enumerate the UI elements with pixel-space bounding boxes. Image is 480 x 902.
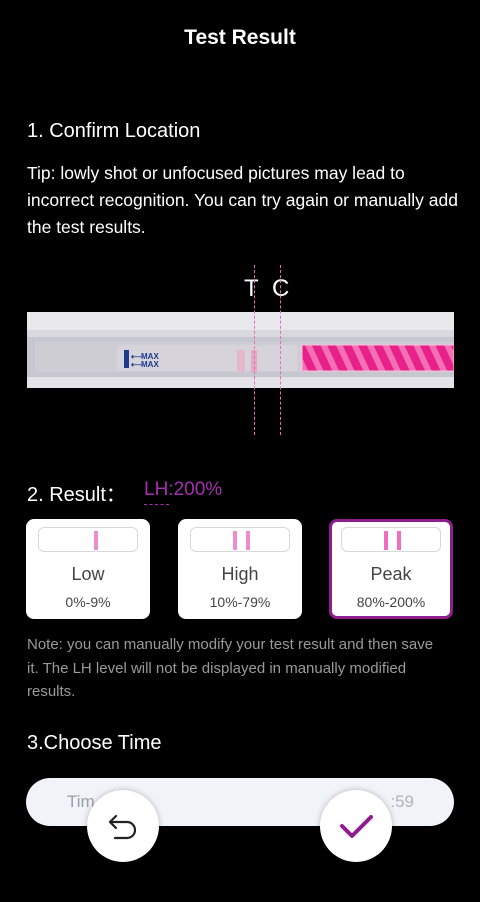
lh-value-underline — [144, 504, 169, 505]
result-heading: 2. Result： — [27, 484, 126, 506]
svg-text:MAX: MAX — [141, 360, 159, 369]
t-line-label: T — [244, 275, 259, 302]
time-field-value: :59 — [390, 792, 414, 811]
result-option-peak[interactable]: Peak 80%-200% — [329, 519, 453, 619]
checkmark-icon — [340, 815, 373, 838]
confirm-location-heading: 1. Confirm Location — [27, 120, 201, 142]
confirm-button[interactable] — [320, 790, 392, 862]
strip-thumbnail-peak — [341, 527, 441, 552]
option-range: 80%-200% — [356, 594, 426, 610]
undo-arrow-icon — [108, 814, 137, 840]
c-line-marker — [280, 265, 281, 435]
result-option-high[interactable]: High 10%-79% — [178, 519, 302, 619]
manual-edit-note: Note: you can manually modify your test … — [27, 636, 434, 700]
back-button[interactable] — [87, 790, 159, 862]
option-range: 0%-9% — [65, 594, 111, 610]
option-name: High — [221, 564, 259, 584]
option-name: Low — [71, 564, 105, 584]
option-name: Peak — [370, 564, 412, 584]
strip-thumbnail-low — [38, 527, 138, 552]
option-range: 10%-79% — [209, 594, 271, 610]
choose-time-heading: 3.Choose Time — [27, 732, 162, 754]
tip-text: Tip: lowly shot or unfocused pictures ma… — [27, 163, 458, 237]
strip-thumbnail-high — [190, 527, 290, 552]
test-strip-photo: ⟵ ⟵ MAX MAX — [27, 312, 455, 388]
lh-value[interactable]: LH:200% — [144, 479, 222, 501]
result-option-low[interactable]: Low 0%-9% — [26, 519, 150, 619]
test-strip-image: ⟵ ⟵ MAX MAX — [27, 312, 455, 388]
page-title: Test Result — [184, 26, 296, 49]
t-line-marker — [254, 265, 255, 435]
